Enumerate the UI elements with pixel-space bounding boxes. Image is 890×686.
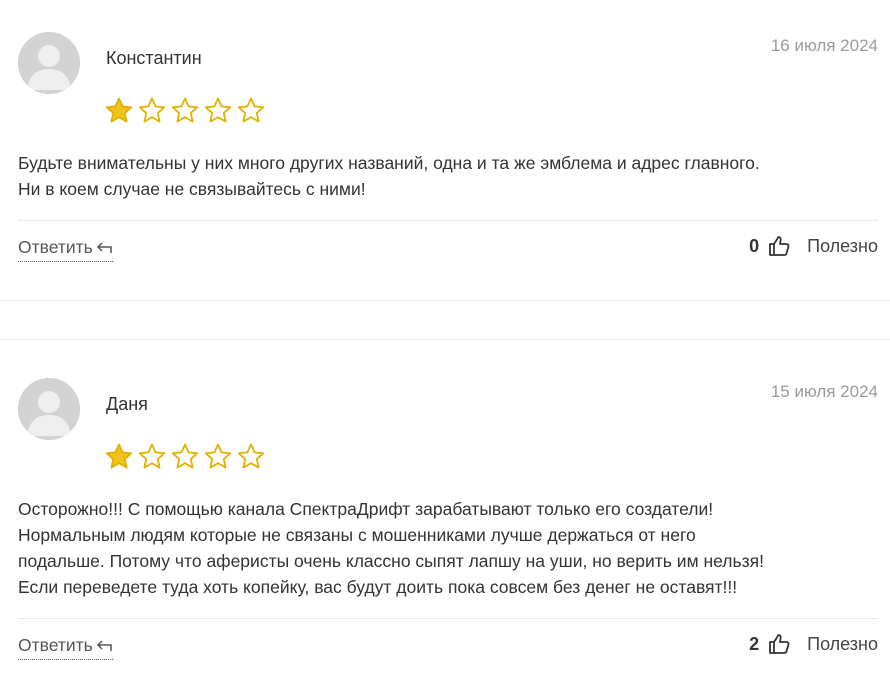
reply-button[interactable]: Ответить — [18, 635, 113, 660]
star-icon — [138, 443, 166, 469]
star-icon — [171, 97, 199, 123]
star-icon — [138, 97, 166, 123]
star-rating — [104, 442, 266, 472]
section-separator — [0, 300, 890, 301]
avatar — [18, 378, 80, 440]
helpful-count: 2 — [749, 633, 760, 654]
star-icon — [237, 97, 265, 123]
star-icon — [204, 443, 232, 469]
star-icon — [237, 443, 265, 469]
review-text-line: Если переведете туда хоть копейку, вас б… — [18, 577, 738, 597]
review-text-line: Будьте внимательны у них много других на… — [18, 153, 760, 173]
review-author: Даня — [106, 394, 148, 414]
review-text: Будьте внимательны у них много других на… — [18, 150, 878, 202]
helpful-label[interactable]: Полезно — [807, 236, 878, 257]
star-icon — [105, 443, 133, 469]
review-date: 15 июля 2024 — [770, 382, 878, 401]
review-card: Даня 15 июля 2024 Осторожно!!! С помощью… — [0, 378, 890, 678]
helpful-control: 2 Полезно — [749, 632, 878, 656]
section-separator — [0, 339, 890, 340]
review-text-line: Ни в коем случае не связывайтесь с ними! — [18, 179, 366, 199]
helpful-count: 0 — [749, 235, 760, 256]
helpful-control: 0 Полезно — [749, 234, 878, 258]
review-text: Осторожно!!! С помощью канала СпектраДри… — [18, 496, 878, 600]
reply-arrow-icon — [96, 241, 112, 253]
divider — [18, 618, 878, 619]
review-author: Константин — [106, 48, 202, 68]
star-icon — [171, 443, 199, 469]
star-rating — [104, 96, 266, 126]
user-silhouette-icon — [18, 32, 80, 94]
reply-button[interactable]: Ответить — [18, 237, 113, 262]
thumbs-up-icon[interactable] — [767, 632, 791, 656]
star-icon — [204, 97, 232, 123]
star-icon — [105, 97, 133, 123]
reply-label: Ответить — [18, 635, 93, 655]
reply-arrow-icon — [96, 639, 112, 651]
user-silhouette-icon — [18, 378, 80, 440]
review-text-line: Нормальным людям которые не связаны с мо… — [18, 525, 696, 545]
helpful-label[interactable]: Полезно — [807, 634, 878, 655]
thumbs-up-icon[interactable] — [767, 234, 791, 258]
review-card: Константин 16 июля 2024 Будьте вниматель… — [0, 32, 890, 282]
avatar — [18, 32, 80, 94]
review-date: 16 июля 2024 — [770, 36, 878, 55]
reply-label: Ответить — [18, 237, 93, 257]
divider — [18, 220, 878, 221]
review-text-line: Осторожно!!! С помощью канала СпектраДри… — [18, 499, 714, 519]
review-text-line: подальше. Потому что аферисты очень клас… — [18, 551, 764, 571]
